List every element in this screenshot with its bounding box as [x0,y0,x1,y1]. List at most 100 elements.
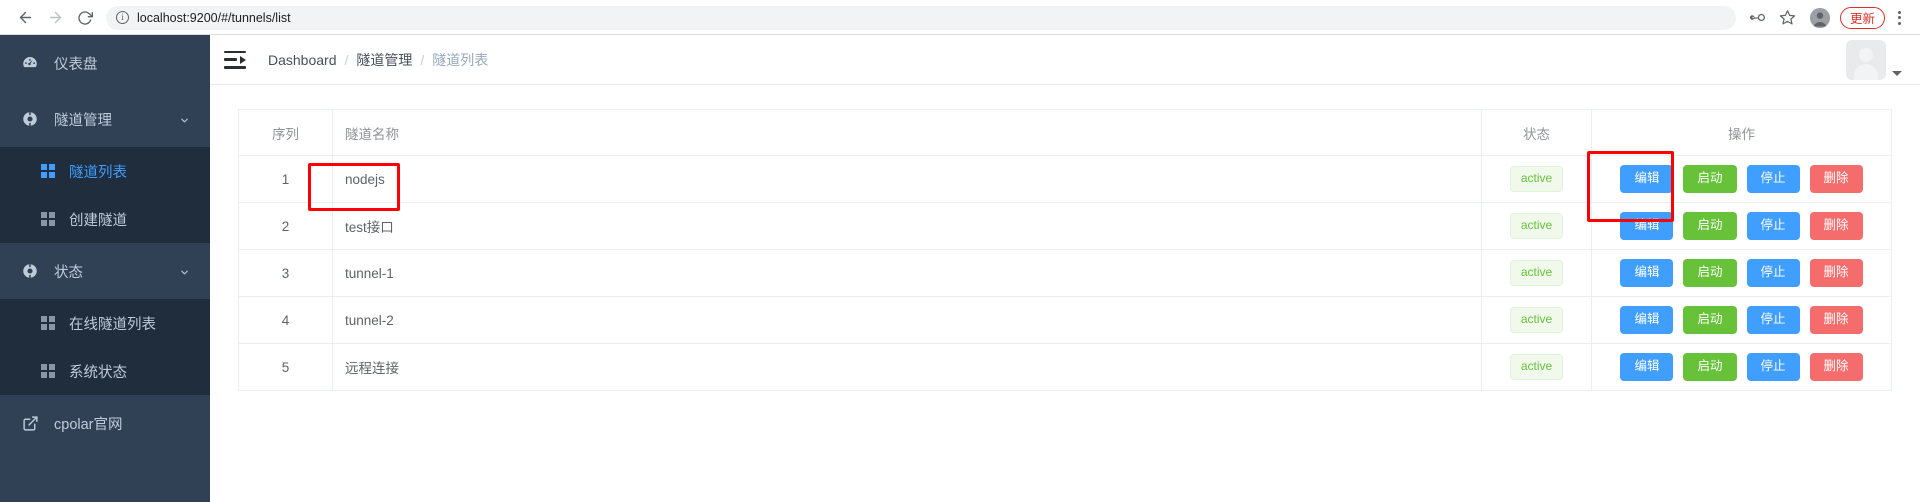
cell-name: test接口 [332,202,1482,250]
grid-icon [40,363,56,379]
sidebar-item-dashboard[interactable]: 仪表盘 [0,35,210,91]
start-button[interactable]: 启动 [1683,306,1737,334]
kebab-dot [1897,16,1901,19]
update-button[interactable]: 更新 [1839,6,1885,29]
delete-button[interactable]: 删除 [1809,165,1863,193]
sidebar-group-status[interactable]: 状态 [0,243,210,299]
delete-button[interactable]: 删除 [1809,212,1863,240]
status-badge: active [1509,213,1564,239]
table-row: 5 远程连接 active 编辑 启动 停止 删除 [238,343,1892,391]
start-button[interactable]: 启动 [1683,259,1737,287]
table-body: 1 nodejs active 编辑 启动 停止 删除 2 test接口 act… [238,155,1892,391]
profile-avatar-icon [1809,7,1830,28]
breadcrumb-item-dashboard[interactable]: Dashboard [268,52,337,68]
start-button[interactable]: 启动 [1683,353,1737,381]
url-text: localhost:9200/#/tunnels/list [137,10,291,25]
grid-icon [40,211,56,227]
sidebar-item-tunnel-list[interactable]: 隧道列表 [0,147,210,195]
key-icon [1750,13,1766,22]
cell-seq: 4 [238,296,333,344]
grid-icon [40,315,56,331]
cell-ops: 编辑 启动 停止 删除 [1591,249,1892,297]
start-button[interactable]: 启动 [1683,165,1737,193]
cell-name: tunnel-1 [332,249,1482,297]
edit-button[interactable]: 编辑 [1620,306,1674,334]
browser-menu-button[interactable] [1888,5,1910,31]
address-bar[interactable]: i localhost:9200/#/tunnels/list [106,5,1736,30]
start-button[interactable]: 启动 [1683,212,1737,240]
profile-button[interactable] [1809,7,1830,28]
sidebar-item-label: 在线隧道列表 [69,316,156,333]
stop-button[interactable]: 停止 [1746,259,1800,287]
breadcrumb-separator: / [420,51,425,68]
table-row: 1 nodejs active 编辑 启动 停止 删除 [238,155,1892,203]
main-area: Dashboard / 隧道管理 / 隧道列表 序列 隧道名称 状态 操作 1 … [210,35,1920,502]
cell-name: nodejs [332,155,1482,203]
kebab-dot [1897,21,1901,25]
kebab-dot [1897,10,1901,14]
caret-down-icon [1892,70,1902,76]
back-button[interactable] [10,3,40,33]
delete-button[interactable]: 删除 [1809,353,1863,381]
cell-ops: 编辑 启动 停止 删除 [1591,296,1892,344]
cell-ops: 编辑 启动 停止 删除 [1591,155,1892,203]
breadcrumb-item-tunnel-management[interactable]: 隧道管理 [356,50,412,70]
sidebar-item-system-status[interactable]: 系统状态 [0,347,210,395]
edit-button[interactable]: 编辑 [1620,165,1674,193]
stop-button[interactable]: 停止 [1746,306,1800,334]
delete-button[interactable]: 删除 [1809,306,1863,334]
browser-actions: 更新 [1744,4,1910,32]
password-key-button[interactable] [1744,4,1772,32]
table-header-row: 序列 隧道名称 状态 操作 [238,109,1892,156]
grid-icon [40,163,56,179]
dashboard-icon [20,53,40,73]
cell-ops: 编辑 启动 停止 删除 [1591,202,1892,250]
user-menu[interactable] [1846,39,1902,80]
sidebar-item-label: 隧道列表 [69,164,127,181]
user-avatar-icon [1846,39,1886,80]
column-header-seq: 序列 [238,109,333,156]
site-info-icon[interactable]: i [116,11,129,24]
reload-button[interactable] [70,3,100,33]
cell-seq: 2 [238,202,333,250]
cell-status: active [1481,155,1592,203]
back-arrow-icon [19,11,31,24]
status-badge: active [1509,166,1564,192]
edit-button[interactable]: 编辑 [1620,259,1674,287]
reload-icon [78,10,93,25]
stop-button[interactable]: 停止 [1746,353,1800,381]
sidebar-item-online-tunnel-list[interactable]: 在线隧道列表 [0,299,210,347]
edit-button[interactable]: 编辑 [1620,212,1674,240]
external-link-icon [20,413,40,433]
stop-button[interactable]: 停止 [1746,165,1800,193]
sidebar-item-label: 状态 [54,264,83,281]
breadcrumb-item-tunnel-list: 隧道列表 [432,51,489,68]
top-navbar: Dashboard / 隧道管理 / 隧道列表 [210,35,1920,85]
cell-status: active [1481,296,1592,344]
stop-button[interactable]: 停止 [1746,212,1800,240]
cell-name: 远程连接 [332,343,1482,391]
status-badge: active [1509,354,1564,380]
sidebar: 仪表盘 隧道管理 隧道列表 创建隧道 状态 在线隧道列表 系统状态 cpolar… [0,35,210,502]
delete-button[interactable]: 删除 [1809,259,1863,287]
cell-status: active [1481,202,1592,250]
cell-seq: 1 [238,155,333,203]
sidebar-group-tunnel-management[interactable]: 隧道管理 [0,91,210,147]
tunnels-table: 序列 隧道名称 状态 操作 1 nodejs active 编辑 启动 停止 删… [238,109,1892,391]
sidebar-item-label: 系统状态 [69,364,127,381]
sidebar-item-cpolar-website[interactable]: cpolar官网 [0,395,210,451]
status-badge: active [1509,307,1564,333]
sidebar-item-label: 隧道管理 [54,112,112,129]
sidebar-submenu-status: 在线隧道列表 系统状态 [0,299,210,395]
cell-name: tunnel-2 [332,296,1482,344]
sidebar-item-label: 仪表盘 [54,56,98,73]
column-header-status: 状态 [1481,109,1592,156]
cell-ops: 编辑 启动 停止 删除 [1591,343,1892,391]
sidebar-collapse-button[interactable] [224,50,246,69]
bookmark-button[interactable] [1774,4,1802,32]
forward-button[interactable] [40,3,70,33]
breadcrumb-separator: / [344,51,349,68]
edit-button[interactable]: 编辑 [1620,353,1674,381]
column-header-name: 隧道名称 [332,109,1482,156]
sidebar-item-create-tunnel[interactable]: 创建隧道 [0,195,210,243]
